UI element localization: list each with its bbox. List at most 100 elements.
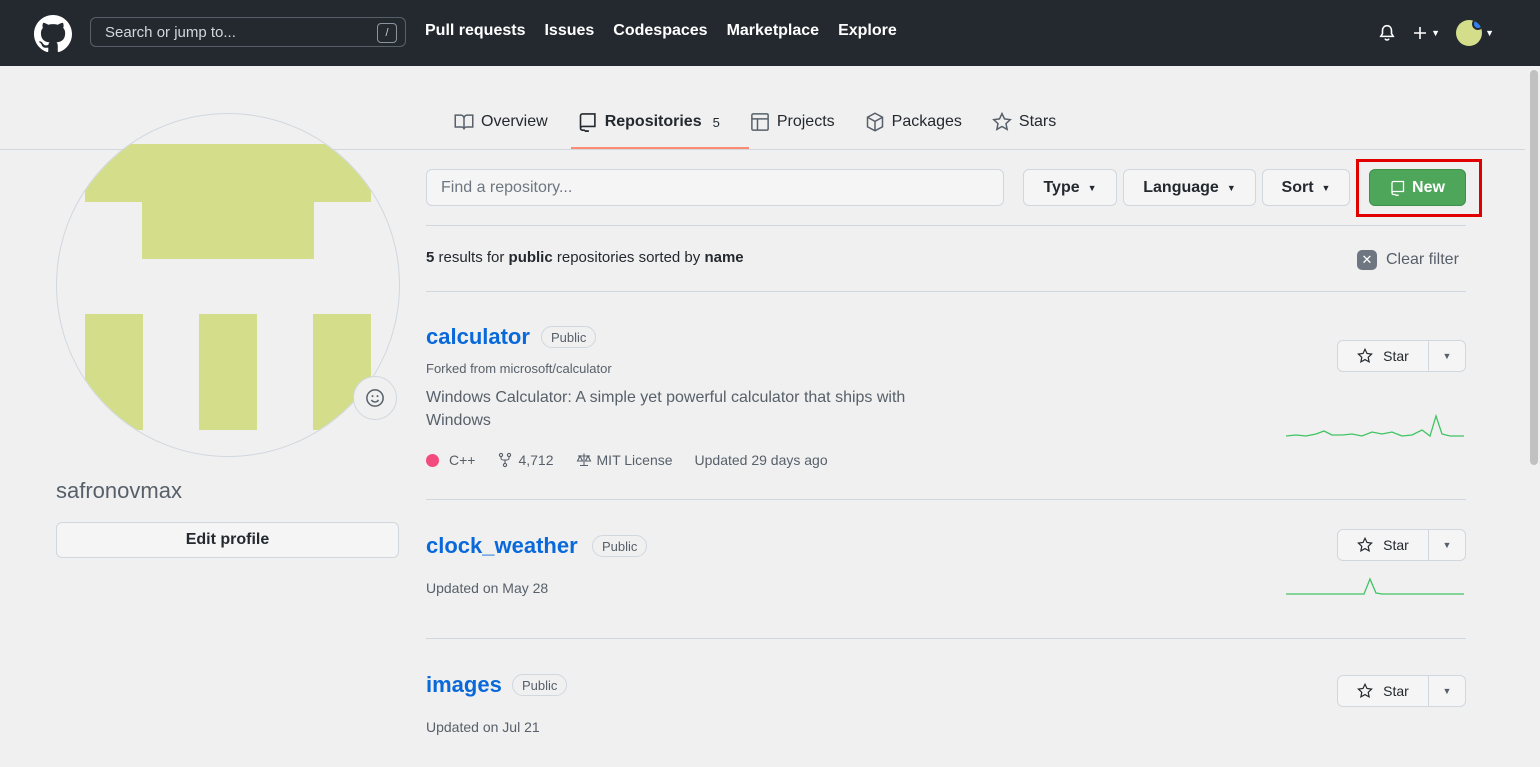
chevron-down-icon: ▼ <box>1321 182 1331 193</box>
repo-name-link[interactable]: clock_weather <box>426 533 578 559</box>
avatar-pattern-block <box>85 144 371 202</box>
clear-filter-button[interactable]: ✕ Clear filter <box>1357 250 1459 270</box>
license-label: MIT License <box>596 452 673 468</box>
repositories-count: 5 <box>712 114 720 130</box>
star-icon <box>1357 683 1374 699</box>
bell-icon <box>1379 24 1395 41</box>
language-filter-label: Language <box>1143 178 1219 196</box>
global-search[interactable]: / <box>90 17 406 47</box>
repo-updated: Updated 29 days ago <box>694 452 828 468</box>
language-color-dot <box>426 453 439 467</box>
repo-updated: Updated on Jul 21 <box>426 719 540 735</box>
github-logo-icon[interactable] <box>34 15 72 53</box>
star-label: Star <box>1383 348 1409 364</box>
results-text-2: repositories sorted by <box>552 249 705 266</box>
book-icon <box>454 114 474 130</box>
language-filter-button[interactable]: Language ▼ <box>1123 169 1256 206</box>
chevron-down-icon: ▼ <box>1442 540 1452 550</box>
repo-name-link[interactable]: images <box>426 672 502 698</box>
notifications-button[interactable] <box>1378 24 1396 42</box>
nav-explore[interactable]: Explore <box>838 22 897 40</box>
nav-pull-requests[interactable]: Pull requests <box>425 22 525 40</box>
results-text-1: results for <box>434 249 509 266</box>
tab-packages[interactable]: Packages <box>865 108 962 136</box>
global-search-input[interactable] <box>105 23 365 41</box>
tab-stars-label: Stars <box>1018 113 1057 130</box>
page-scrollbar[interactable] <box>1530 70 1538 465</box>
top-nav: Pull requests Issues Codespaces Marketpl… <box>425 22 897 40</box>
tab-packages-label: Packages <box>891 113 962 130</box>
chevron-down-icon: ▼ <box>1442 686 1452 696</box>
divider <box>426 638 1466 639</box>
clear-filter-label: Clear filter <box>1386 251 1459 268</box>
type-filter-button[interactable]: Type ▼ <box>1023 169 1117 206</box>
divider <box>426 225 1466 226</box>
tab-overview[interactable]: Overview <box>454 108 548 136</box>
star-list-dropdown[interactable]: ▼ <box>1429 529 1466 561</box>
chevron-down-icon: ▼ <box>1226 182 1236 193</box>
avatar-pattern-block <box>142 202 314 259</box>
avatar <box>1456 20 1483 46</box>
repo-license: MIT License <box>576 452 673 468</box>
star-button[interactable]: Star <box>1337 675 1429 707</box>
tab-overview-label: Overview <box>481 113 548 130</box>
nav-issues[interactable]: Issues <box>544 22 594 40</box>
results-summary: 5 results for public repositories sorted… <box>426 249 744 266</box>
sort-filter-button[interactable]: Sort ▼ <box>1262 169 1350 206</box>
star-list-dropdown[interactable]: ▼ <box>1429 340 1466 372</box>
repo-icon <box>579 113 596 132</box>
visibility-badge: Public <box>592 535 648 557</box>
highlight-annotation-box <box>1356 159 1482 217</box>
close-icon: ✕ <box>1357 250 1377 270</box>
plus-icon <box>1414 27 1427 39</box>
tab-repositories[interactable]: Repositories 5 <box>578 108 720 136</box>
set-status-button[interactable] <box>353 376 397 420</box>
star-button[interactable]: Star <box>1337 340 1429 372</box>
law-icon <box>576 453 591 467</box>
star-list-dropdown[interactable]: ▼ <box>1429 675 1466 707</box>
chevron-down-icon: ▼ <box>1485 28 1494 38</box>
tab-projects[interactable]: Projects <box>750 108 835 136</box>
chevron-down-icon: ▼ <box>1431 28 1441 38</box>
divider <box>426 499 1466 500</box>
forked-from-link[interactable]: Forked from microsoft/calculator <box>426 361 612 376</box>
chevron-down-icon: ▼ <box>1442 351 1452 361</box>
star-label: Star <box>1383 683 1409 699</box>
repo-language: C++ <box>426 452 475 468</box>
slash-shortcut-key: / <box>377 23 397 43</box>
forks-count: 4,712 <box>518 452 554 468</box>
global-header: / Pull requests Issues Codespaces Market… <box>0 0 1540 66</box>
status-dot <box>1472 20 1483 30</box>
table-icon <box>750 113 769 131</box>
tab-stars[interactable]: Stars <box>991 108 1057 136</box>
smiley-icon <box>366 389 384 407</box>
visibility-badge: Public <box>512 674 568 696</box>
language-label: C++ <box>449 452 476 468</box>
star-button-group: Star ▼ <box>1337 675 1466 707</box>
edit-profile-button[interactable]: Edit profile <box>56 522 399 558</box>
repo-name-link[interactable]: calculator <box>426 324 530 350</box>
user-menu-dropdown[interactable]: ▼ <box>1456 20 1494 46</box>
star-button[interactable]: Star <box>1337 529 1429 561</box>
header-actions: ▼ ▼ <box>1378 20 1494 46</box>
nav-marketplace[interactable]: Marketplace <box>727 22 820 40</box>
nav-codespaces[interactable]: Codespaces <box>613 22 707 40</box>
repo-forks-link[interactable]: 4,712 <box>497 452 554 468</box>
create-new-dropdown[interactable]: ▼ <box>1412 25 1440 41</box>
results-sort: name <box>704 249 744 266</box>
repo-updated: Updated on May 28 <box>426 580 549 596</box>
star-button-group: Star ▼ <box>1337 529 1466 561</box>
star-label: Star <box>1383 537 1409 553</box>
repo-description: Windows Calculator: A simple yet powerfu… <box>426 389 906 429</box>
package-icon <box>866 112 883 132</box>
tab-projects-label: Projects <box>776 113 835 130</box>
profile-username: safronovmax <box>56 478 182 503</box>
divider <box>426 291 1466 292</box>
avatar-pattern-block <box>85 314 143 430</box>
profile-tabs: Overview Repositories 5 Projects Package… <box>454 108 1086 136</box>
chevron-down-icon: ▼ <box>1087 182 1097 193</box>
activity-sparkline <box>1286 577 1464 595</box>
find-repository-input[interactable] <box>426 169 1004 206</box>
star-icon <box>991 112 1012 131</box>
profile-avatar[interactable] <box>56 113 400 457</box>
